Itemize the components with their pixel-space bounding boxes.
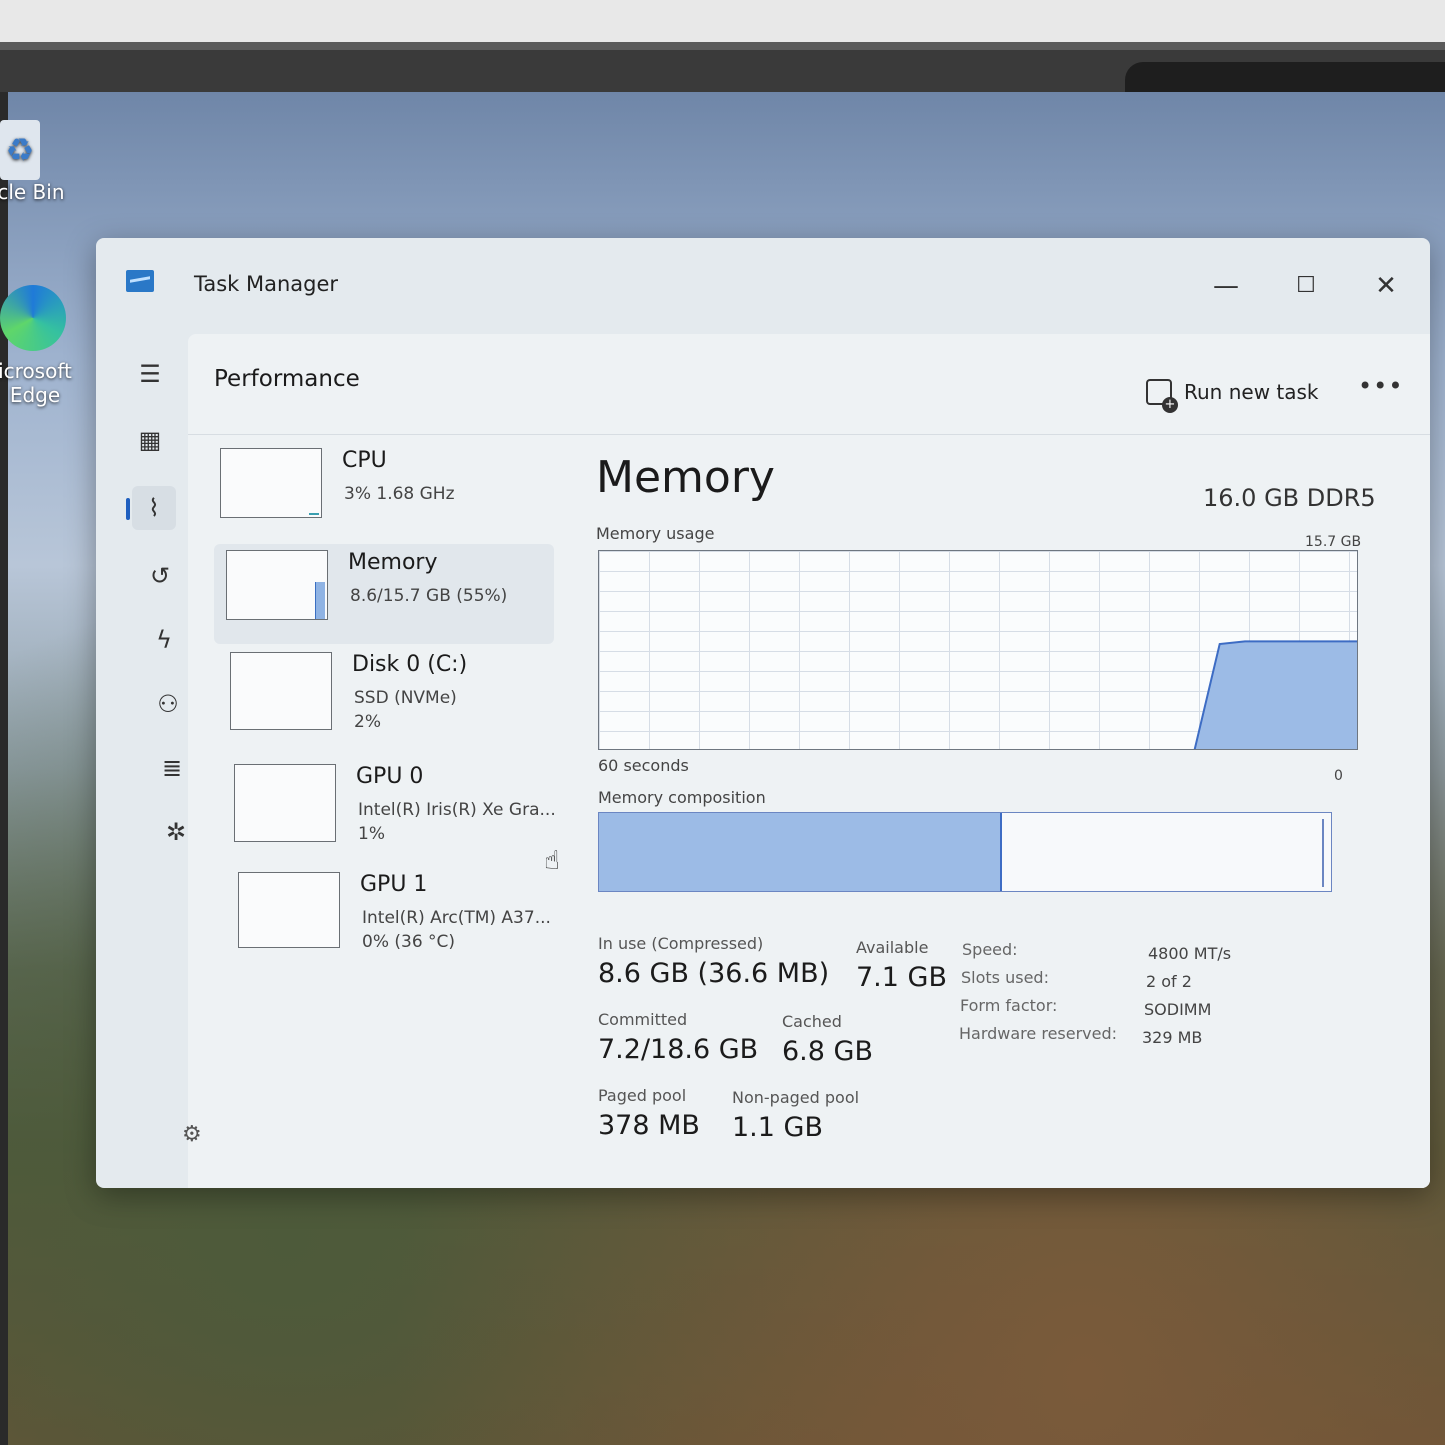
close-button[interactable]: ✕: [1356, 264, 1416, 308]
memory-usage-label: Memory usage: [596, 524, 715, 543]
hardware-reserved-value: 329 MB: [1142, 1028, 1203, 1047]
gpu0-thumbnail-graph: [234, 764, 336, 842]
device-detail: 3% 1.68 GHz: [344, 484, 455, 504]
memory-title: Memory: [596, 452, 775, 503]
edge-browser-icon: [0, 285, 66, 351]
cpu-thumbnail-graph: [220, 448, 322, 518]
device-disk-0[interactable]: Disk 0 (C:) SSD (NVMe) 2%: [218, 646, 558, 746]
desktop-edge-shortcut[interactable]: icrosoft Edge: [0, 285, 90, 407]
settings-icon[interactable]: ⚙: [182, 1122, 202, 1147]
hamburger-icon[interactable]: ☰: [128, 352, 172, 396]
device-detail: Intel(R) Arc(TM) A37... 0% (36 °C): [362, 906, 551, 954]
device-detail-line2: 0% (36 °C): [362, 932, 456, 952]
committed-value: 7.2/18.6 GB: [598, 1034, 759, 1065]
maximize-button[interactable]: ☐: [1276, 264, 1336, 308]
run-new-task-label: Run new task: [1184, 380, 1319, 404]
hardware-reserved-label: Hardware reserved:: [959, 1024, 1118, 1043]
device-name: Disk 0 (C:): [352, 652, 468, 677]
device-gpu-0[interactable]: GPU 0 Intel(R) Iris(R) Xe Gra... 1%: [222, 758, 562, 858]
processes-icon[interactable]: ▦: [128, 418, 172, 462]
slots-used-label: Slots used:: [961, 968, 1049, 987]
non-paged-pool-value: 1.1 GB: [732, 1112, 823, 1143]
memory-composition-bar: [598, 812, 1332, 892]
minimize-button[interactable]: —: [1196, 264, 1256, 308]
edge-label-line1: icrosoft: [0, 359, 72, 383]
device-gpu-1[interactable]: GPU 1 Intel(R) Arc(TM) A37... 0% (36 °C): [226, 866, 566, 966]
device-detail: Intel(R) Iris(R) Xe Gra... 1%: [358, 798, 556, 846]
performance-icon[interactable]: ⌇: [126, 486, 176, 530]
device-detail-line2: 1%: [358, 824, 385, 844]
composition-standby: [1002, 819, 1324, 887]
device-detail-line1: SSD (NVMe): [354, 688, 457, 708]
edge-label-line2: Edge: [9, 383, 61, 407]
committed-label: Committed: [598, 1010, 688, 1029]
device-detail: 8.6/15.7 GB (55%): [350, 586, 508, 606]
device-name: GPU 0: [356, 764, 424, 789]
composition-in-use: [599, 813, 1002, 891]
memory-spec: 16.0 GB DDR5: [1203, 484, 1376, 512]
more-options-icon[interactable]: •••: [1358, 372, 1403, 400]
hand-cursor-icon: ☝: [544, 846, 560, 876]
in-use-label: In use (Compressed): [598, 934, 764, 953]
gpu1-thumbnail-graph: [238, 872, 340, 948]
paged-pool-value: 378 MB: [598, 1110, 700, 1141]
desktop-recycle-bin[interactable]: ♻ ycle Bin: [0, 120, 80, 204]
cpu-thumb-line: [309, 513, 319, 515]
device-name: GPU 1: [360, 872, 428, 897]
header-divider: [188, 434, 1430, 435]
title-bar[interactable]: Task Manager — ☐ ✕: [96, 238, 1430, 334]
memory-thumbnail-graph: [226, 550, 328, 620]
device-detail: SSD (NVMe) 2%: [354, 686, 457, 734]
device-memory[interactable]: Memory 8.6/15.7 GB (55%): [214, 544, 554, 644]
graph-time-label: 60 seconds: [598, 756, 689, 775]
window-title: Task Manager: [194, 272, 339, 296]
form-factor-label: Form factor:: [960, 996, 1058, 1015]
memory-usage-chart: [1193, 640, 1357, 749]
non-paged-pool-label: Non-paged pool: [732, 1088, 860, 1107]
device-name: CPU: [342, 448, 387, 473]
memory-usage-graph: [598, 550, 1358, 750]
device-detail-line1: Intel(R) Iris(R) Xe Gra...: [358, 800, 556, 820]
performance-page: Performance Run new task ••• CPU 3% 1.68…: [188, 334, 1430, 1188]
memory-usage-area: [1193, 640, 1357, 749]
available-value: 7.1 GB: [856, 962, 947, 993]
task-manager-window: Task Manager — ☐ ✕ ☰ ▦ ⌇ ↺ ϟ ⚇ ≣ ✲ Perfo…: [96, 238, 1430, 1188]
cached-value: 6.8 GB: [782, 1036, 873, 1067]
graph-zero-label: 0: [1334, 768, 1343, 784]
device-detail-line1: Intel(R) Arc(TM) A37...: [362, 908, 551, 928]
speed-value: 4800 MT/s: [1148, 944, 1232, 963]
task-manager-app-icon: [126, 270, 154, 292]
app-history-icon[interactable]: ↺: [138, 554, 182, 598]
run-new-task-button[interactable]: Run new task: [1146, 374, 1319, 413]
paged-pool-label: Paged pool: [598, 1086, 687, 1105]
memory-composition-label: Memory composition: [598, 788, 766, 807]
speed-label: Speed:: [962, 940, 1018, 959]
device-name: Memory: [348, 550, 438, 575]
form-factor-value: SODIMM: [1144, 1000, 1212, 1019]
slots-used-value: 2 of 2: [1146, 972, 1192, 991]
run-task-icon: [1146, 379, 1178, 413]
device-detail-line2: 2%: [354, 712, 381, 732]
cached-label: Cached: [782, 1012, 842, 1031]
device-cpu[interactable]: CPU 3% 1.68 GHz: [208, 442, 548, 542]
recycle-bin-label: ycle Bin: [0, 180, 65, 204]
disk-thumbnail-graph: [230, 652, 332, 730]
users-icon[interactable]: ⚇: [146, 682, 190, 726]
page-title: Performance: [214, 366, 360, 392]
memory-usage-max-label: 15.7 GB: [1305, 534, 1362, 550]
recycle-bin-icon: ♻: [0, 120, 40, 180]
memory-thumb-fill: [315, 581, 325, 619]
in-use-value: 8.6 GB (36.6 MB): [598, 958, 830, 989]
available-label: Available: [856, 938, 929, 957]
startup-apps-icon[interactable]: ϟ: [142, 618, 186, 662]
